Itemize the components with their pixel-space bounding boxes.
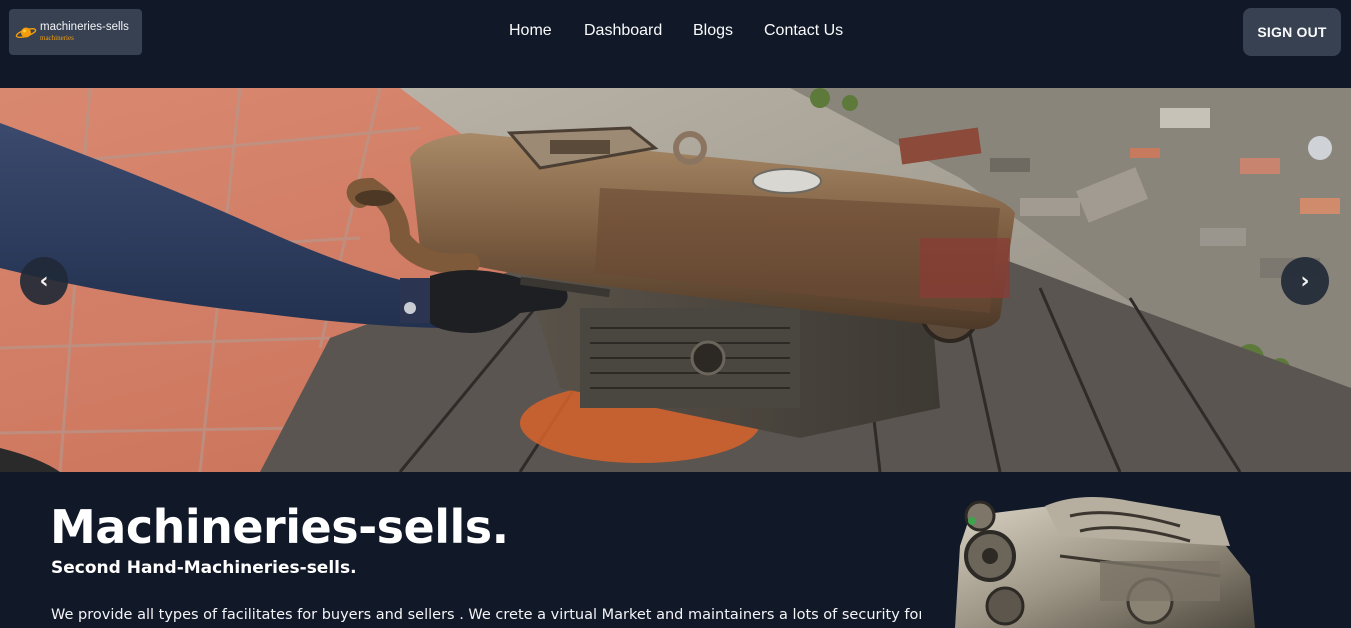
nav-contact-link[interactable]: Contact Us	[764, 22, 843, 40]
brand-logo[interactable]: machineries-sells machineries	[9, 9, 142, 55]
hero-subtitle: Second Hand-Machineries-sells.	[51, 558, 357, 578]
carousel-slide-image	[0, 88, 1351, 472]
hero-title: Machineries-sells.	[50, 500, 509, 554]
brand-tagline: machineries	[40, 33, 74, 42]
hero-section: Machineries-sells. Second Hand-Machineri…	[0, 472, 1351, 628]
hero-description: We provide all types of facilitates for …	[51, 607, 921, 623]
engine-image	[955, 497, 1255, 628]
signout-button[interactable]: SIGN OUT	[1243, 8, 1341, 56]
navbar: machineries-sells machineries Home Dashb…	[0, 0, 1351, 88]
nav-home-link[interactable]: Home	[509, 22, 552, 40]
nav-blogs-link[interactable]: Blogs	[693, 22, 733, 40]
carousel-prev-button[interactable]: ‹	[20, 257, 68, 305]
brand-name: machineries-sells	[40, 21, 129, 34]
planet-logo-icon	[15, 27, 37, 39]
carousel-next-button[interactable]: ›	[1281, 257, 1329, 305]
nav-dashboard-link[interactable]: Dashboard	[584, 22, 662, 40]
hero-carousel: ‹ ›	[0, 88, 1351, 472]
